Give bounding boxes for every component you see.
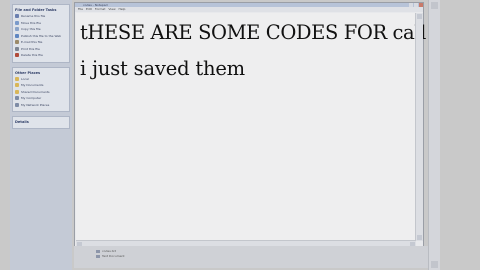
status-item-label: Text Document	[102, 254, 125, 258]
notepad-window: codes - Notepad File Edit Format View He…	[74, 2, 426, 248]
task-item[interactable]: Publish this file to the Web	[15, 33, 67, 40]
file-icon	[96, 255, 100, 258]
file-folder-tasks-panel: File and Folder Tasks Rename this file Mo…	[12, 4, 70, 63]
scroll-down-arrow[interactable]	[431, 261, 438, 268]
task-item[interactable]: My Network Places	[15, 102, 67, 109]
scroll-up-arrow[interactable]	[431, 2, 438, 9]
status-item: Text Document	[96, 254, 125, 259]
task-item-label: Copy this file	[21, 27, 41, 32]
task-item-label: Delete this file	[21, 53, 43, 58]
scroll-up-arrow[interactable]	[417, 14, 422, 19]
task-item-label: My Network Places	[21, 102, 50, 107]
menu-bar: File Edit Format View Help	[75, 7, 423, 12]
print-icon	[15, 46, 19, 51]
task-item-label: E-mail this file	[21, 40, 43, 45]
menu-view[interactable]: View	[108, 7, 115, 12]
status-bar: codes.txt Text Document	[74, 246, 428, 268]
menu-edit[interactable]: Edit	[86, 7, 92, 12]
web-icon	[15, 33, 19, 38]
network-icon	[15, 102, 19, 107]
task-item-label: My Documents	[21, 83, 44, 88]
file-icon	[96, 250, 100, 253]
folder-icon	[15, 76, 19, 81]
menu-help[interactable]: Help	[119, 7, 126, 12]
move-icon	[15, 20, 19, 25]
task-item-label: Print this file	[21, 46, 40, 51]
task-item[interactable]: Delete this file	[15, 52, 67, 59]
task-item-label: Shared Documents	[21, 89, 50, 94]
editor-line-1: tHESE ARE SOME CODES FOR call	[80, 21, 426, 44]
other-places-panel: Other Places Local My Documents Shared Doc…	[12, 66, 70, 112]
vertical-scrollbar[interactable]	[415, 13, 423, 241]
editor-line-2: i just saved them	[80, 57, 245, 80]
folder-icon	[15, 83, 19, 88]
task-item-label: Publish this file to the Web	[21, 33, 61, 38]
folder-icon	[15, 89, 19, 94]
mail-icon	[15, 40, 19, 45]
task-item-label: My Computer	[21, 96, 42, 101]
task-pane: File and Folder Tasks Rename this file Mo…	[10, 0, 72, 270]
delete-icon	[15, 53, 19, 58]
computer-icon	[15, 96, 19, 101]
explorer-scrollbar[interactable]	[428, 0, 440, 270]
panel-title[interactable]: Details	[15, 119, 67, 125]
scroll-down-arrow[interactable]	[417, 235, 422, 240]
details-panel: Details	[12, 116, 70, 129]
rename-icon	[15, 14, 19, 19]
text-editor[interactable]: tHESE ARE SOME CODES FOR call i just sav…	[76, 13, 426, 241]
menu-format[interactable]: Format	[95, 7, 106, 12]
task-item-label: Local	[21, 76, 29, 81]
task-item-label: Move this file	[21, 20, 41, 25]
copy-icon	[15, 27, 19, 32]
menu-file[interactable]: File	[78, 7, 83, 12]
task-item-label: Rename this file	[21, 14, 46, 19]
